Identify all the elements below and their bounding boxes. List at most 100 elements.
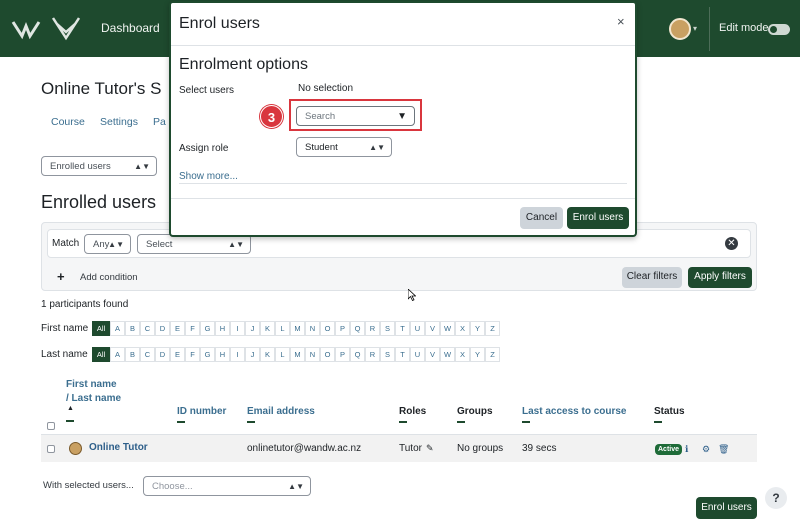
collapse-roles-icon[interactable] [399,421,407,423]
last-name-initial-e[interactable]: E [170,347,185,362]
col-id-number[interactable]: ID number [177,406,226,417]
first-name-initial-z[interactable]: Z [485,321,500,336]
last-name-initial-r[interactable]: R [365,347,380,362]
last-name-initial-v[interactable]: V [425,347,440,362]
filter-type-select[interactable]: Select ▲▼ [137,234,251,254]
last-name-initial-p[interactable]: P [335,347,350,362]
tab-course[interactable]: Course [51,116,85,128]
plus-icon[interactable]: + [57,269,65,284]
first-name-initial-w[interactable]: W [440,321,455,336]
collapse-status-icon[interactable] [654,421,662,423]
last-name-initial-n[interactable]: N [305,347,320,362]
collapse-email-icon[interactable] [247,421,255,423]
col-last-access[interactable]: Last access to course [522,406,627,417]
first-name-initial-all[interactable]: All [92,321,110,336]
first-name-initial-s[interactable]: S [380,321,395,336]
collapse-name-icon[interactable] [66,420,74,422]
last-name-initial-t[interactable]: T [395,347,410,362]
first-name-initial-p[interactable]: P [335,321,350,336]
first-name-initial-m[interactable]: M [290,321,305,336]
assign-role-select[interactable]: Student ▲▼ [296,137,392,157]
clear-filters-button[interactable]: Clear filters [622,267,682,288]
search-users-dropdown[interactable]: Search ▼ [296,106,415,126]
first-name-initial-j[interactable]: J [245,321,260,336]
last-name-initial-w[interactable]: W [440,347,455,362]
first-name-initial-o[interactable]: O [320,321,335,336]
last-name-initial-a[interactable]: A [110,347,125,362]
first-name-initial-y[interactable]: Y [470,321,485,336]
first-name-initial-h[interactable]: H [215,321,230,336]
chevron-down-icon[interactable]: ▾ [693,24,697,33]
first-name-initial-l[interactable]: L [275,321,290,336]
first-name-initial-f[interactable]: F [185,321,200,336]
collapse-access-icon[interactable] [522,421,530,423]
last-name-initial-y[interactable]: Y [470,347,485,362]
apply-filters-button[interactable]: Apply filters [688,267,752,288]
tab-settings[interactable]: Settings [100,116,138,128]
first-name-initial-u[interactable]: U [410,321,425,336]
gear-icon[interactable]: ⚙ [702,444,710,454]
last-name-initial-d[interactable]: D [155,347,170,362]
last-name-initial-c[interactable]: C [140,347,155,362]
last-name-initial-g[interactable]: G [200,347,215,362]
last-name-initial-f[interactable]: F [185,347,200,362]
cancel-button[interactable]: Cancel [520,207,563,229]
enrolled-users-select[interactable]: Enrolled users ▲▼ [41,156,157,176]
enrol-users-submit-button[interactable]: Enrol users [567,207,629,229]
first-name-initial-g[interactable]: G [200,321,215,336]
collapse-id-icon[interactable] [177,421,185,423]
close-icon[interactable]: × [617,14,625,29]
first-name-initial-n[interactable]: N [305,321,320,336]
first-name-initial-a[interactable]: A [110,321,125,336]
last-name-initial-m[interactable]: M [290,347,305,362]
last-name-initial-b[interactable]: B [125,347,140,362]
bulk-action-select[interactable]: Choose... ▲▼ [143,476,311,496]
col-first-name[interactable]: First name [66,379,117,390]
add-condition-link[interactable]: Add condition [80,272,138,283]
last-name-initial-h[interactable]: H [215,347,230,362]
user-name-link[interactable]: Online Tutor [89,442,148,453]
first-name-initial-c[interactable]: C [140,321,155,336]
last-name-initial-o[interactable]: O [320,347,335,362]
pencil-icon[interactable]: ✎ [426,443,434,454]
first-name-initial-b[interactable]: B [125,321,140,336]
first-name-initial-x[interactable]: X [455,321,470,336]
row-checkbox[interactable] [47,445,55,453]
col-last-name[interactable]: / Last name [66,393,121,404]
first-name-initial-e[interactable]: E [170,321,185,336]
last-name-initial-l[interactable]: L [275,347,290,362]
last-name-initial-z[interactable]: Z [485,347,500,362]
last-name-initial-s[interactable]: S [380,347,395,362]
last-name-initial-j[interactable]: J [245,347,260,362]
last-name-initial-u[interactable]: U [410,347,425,362]
col-email[interactable]: Email address [247,406,315,417]
select-all-checkbox[interactable] [47,422,55,430]
select-caret-icon: ▲▼ [134,162,150,171]
last-name-initial-i[interactable]: I [230,347,245,362]
first-name-initial-r[interactable]: R [365,321,380,336]
last-name-initial-q[interactable]: Q [350,347,365,362]
remove-filter-icon[interactable]: ✕ [725,237,738,250]
first-name-initial-t[interactable]: T [395,321,410,336]
last-name-initial-k[interactable]: K [260,347,275,362]
first-name-initial-v[interactable]: V [425,321,440,336]
collapse-groups-icon[interactable] [457,421,465,423]
first-name-initial-d[interactable]: D [155,321,170,336]
edit-mode-toggle[interactable] [768,24,790,35]
last-name-initial-x[interactable]: X [455,347,470,362]
user-avatar[interactable] [669,18,691,40]
first-name-initial-q[interactable]: Q [350,321,365,336]
nav-dashboard-link[interactable]: Dashboard [101,0,160,57]
last-name-initial-all[interactable]: All [92,347,110,362]
match-select[interactable]: Any ▲▼ [84,234,131,254]
enrol-users-button[interactable]: Enrol users [696,497,757,519]
site-logo-icon[interactable] [10,0,81,77]
info-icon[interactable]: ℹ [685,444,688,454]
last-name-initials-bar: All A B C D E F G H I J K L M N O P Q R S T U V W X Y Z [92,347,502,364]
show-more-link[interactable]: Show more... [179,171,238,182]
first-name-initial-i[interactable]: I [230,321,245,336]
trash-icon[interactable]: 🗑 [718,444,729,454]
first-name-initial-k[interactable]: K [260,321,275,336]
tab-participants[interactable]: Pa [153,116,166,128]
help-icon[interactable]: ? [765,487,787,509]
